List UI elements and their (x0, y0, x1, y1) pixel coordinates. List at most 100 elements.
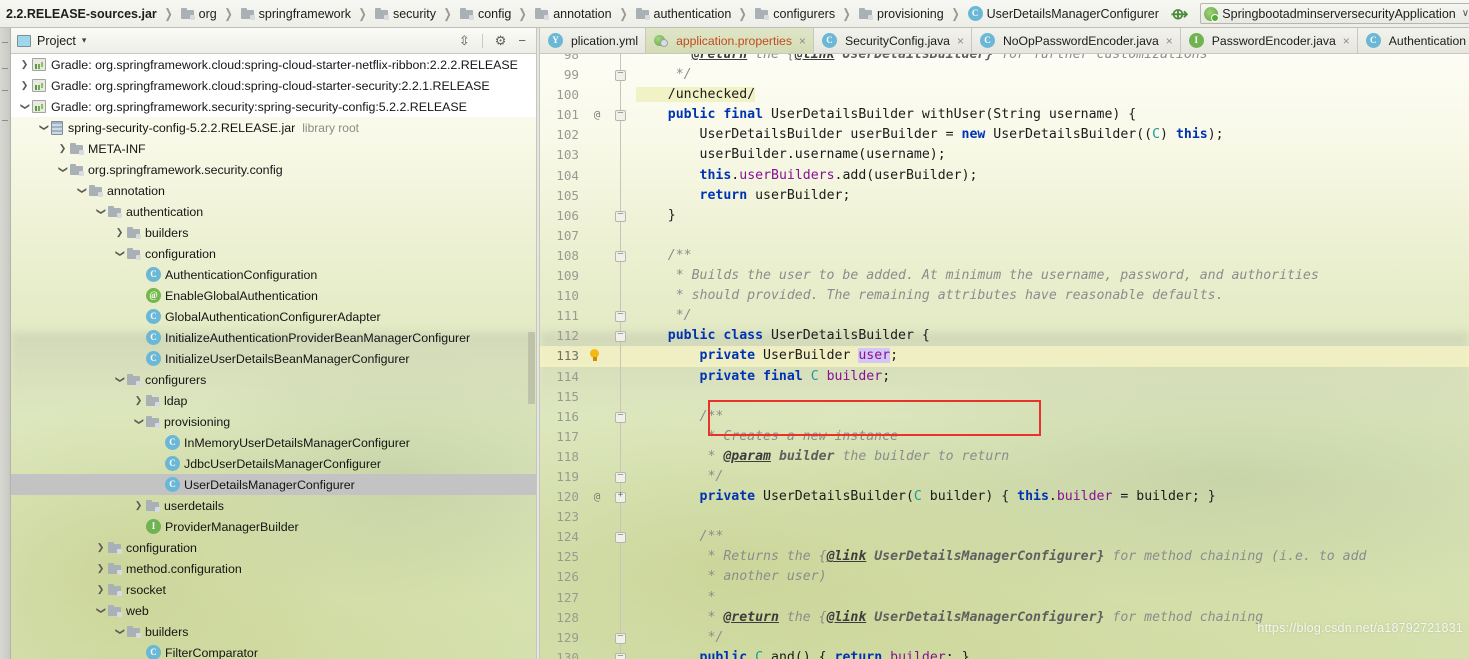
fold-gutter[interactable] (608, 306, 632, 327)
fold-gutter[interactable] (608, 185, 632, 206)
close-icon[interactable]: × (1343, 34, 1350, 48)
fold-gutter[interactable] (608, 607, 632, 628)
fold-gutter[interactable] (608, 286, 632, 307)
tree-expand-arrow-right[interactable] (131, 395, 146, 406)
build-hammer-icon[interactable]: ⟴ (1171, 5, 1188, 23)
tree-expand-arrow-right[interactable] (112, 227, 127, 238)
tree-expand-arrow-right[interactable] (17, 59, 32, 70)
tree-expand-arrow-down[interactable] (93, 605, 108, 616)
breadcrumb-item-org[interactable]: org (179, 1, 219, 27)
tree-row[interactable]: C GlobalAuthenticationConfigurerAdapter (11, 306, 536, 327)
gutter-marker[interactable] (586, 246, 608, 266)
tree-row[interactable]: annotation (11, 180, 536, 201)
fold-gutter[interactable] (608, 105, 632, 126)
tree-expand-arrow-right[interactable] (93, 542, 108, 553)
tree-row[interactable]: Gradle: org.springframework.cloud:spring… (11, 75, 536, 96)
tree-row[interactable]: C FilterComparator (11, 642, 536, 659)
tree-row[interactable]: C UserDetailsManagerConfigurer (11, 474, 536, 495)
breadcrumb-item-config[interactable]: config (458, 1, 513, 27)
tree-row[interactable]: Gradle: org.springframework.cloud:spring… (11, 54, 536, 75)
fold-collapse-icon[interactable] (615, 311, 626, 323)
fold-gutter[interactable] (608, 366, 632, 387)
project-tree[interactable]: Gradle: org.springframework.cloud:spring… (11, 54, 536, 659)
project-scrollbar-thumb[interactable] (528, 332, 535, 404)
gutter-marker[interactable] (586, 65, 608, 85)
breadcrumb-item-springframework[interactable]: springframework (239, 1, 353, 27)
gutter-marker[interactable] (586, 407, 608, 427)
tree-row[interactable]: C InitializeUserDetailsBeanManagerConfigu… (11, 348, 536, 369)
gear-icon[interactable]: ⚙ (495, 34, 507, 47)
gutter-marker[interactable] (586, 588, 608, 608)
breadcrumb-item-annotation[interactable]: annotation (533, 1, 613, 27)
tree-row[interactable]: configurers (11, 369, 536, 390)
chevron-down-icon[interactable]: ∨ (1462, 8, 1469, 19)
tree-row[interactable]: C InMemoryUserDetailsManagerConfigurer (11, 432, 536, 453)
editor-tab[interactable]: I PasswordEncoder.java × (1180, 28, 1358, 53)
gutter-marker[interactable] (586, 54, 608, 65)
gutter-marker[interactable] (586, 447, 608, 467)
tree-expand-arrow-down[interactable] (131, 416, 146, 427)
fold-gutter[interactable] (608, 125, 632, 146)
gutter-marker[interactable] (586, 85, 608, 105)
fold-collapse-icon[interactable] (615, 532, 626, 544)
fold-gutter[interactable] (608, 145, 632, 166)
editor-tab[interactable]: C Authentication (1357, 28, 1469, 53)
gutter-marker[interactable] (586, 608, 608, 628)
fold-gutter[interactable] (608, 647, 632, 659)
fold-gutter[interactable] (608, 245, 632, 267)
fold-collapse-icon[interactable] (615, 210, 626, 222)
close-icon[interactable]: × (1166, 34, 1173, 48)
editor-tab[interactable]: Yplication.yml (540, 28, 647, 53)
tree-expand-arrow-right[interactable] (17, 80, 32, 91)
tree-row[interactable]: web (11, 600, 536, 621)
tree-row[interactable]: org.springframework.security.config (11, 159, 536, 180)
fold-gutter[interactable] (608, 426, 632, 447)
fold-gutter[interactable] (608, 487, 632, 508)
fold-gutter[interactable] (608, 507, 632, 528)
intention-bulb-icon[interactable] (590, 349, 599, 362)
fold-gutter[interactable] (608, 567, 632, 588)
fold-collapse-icon[interactable] (615, 652, 626, 659)
gutter-marker[interactable] (586, 166, 608, 186)
tree-expand-arrow-down[interactable] (36, 122, 51, 133)
project-scrollbar[interactable] (527, 54, 536, 659)
tree-expand-arrow-down[interactable] (74, 185, 89, 196)
tree-row[interactable]: configuration (11, 537, 536, 558)
tree-row[interactable]: @ EnableGlobalAuthentication (11, 285, 536, 306)
gutter-marker[interactable] (586, 387, 608, 407)
fold-gutter[interactable] (608, 266, 632, 287)
gutter-marker[interactable] (586, 527, 608, 547)
tree-expand-arrow-down[interactable] (17, 101, 32, 112)
run-configuration-selector[interactable]: SpringbootadminserversecurityApplication… (1200, 3, 1469, 24)
fold-expand-icon[interactable] (615, 492, 626, 504)
fold-gutter[interactable] (608, 446, 632, 467)
collapse-all-icon[interactable]: ⇳ (459, 34, 470, 47)
breadcrumb-item-configurers[interactable]: configurers (753, 1, 837, 27)
fold-gutter[interactable] (608, 54, 632, 66)
tree-expand-arrow-down[interactable] (112, 248, 127, 259)
gutter-marker[interactable] (586, 206, 608, 226)
gutter-marker[interactable] (586, 346, 608, 366)
close-icon[interactable]: × (799, 34, 806, 48)
tree-expand-arrow-down[interactable] (55, 164, 70, 175)
gutter-marker[interactable] (586, 145, 608, 165)
code-editor[interactable]: 98 * @return the {@link UserDetailsBuild… (540, 54, 1469, 659)
fold-gutter[interactable] (608, 165, 632, 186)
fold-gutter[interactable] (608, 587, 632, 608)
tree-row[interactable]: configuration (11, 243, 536, 264)
tree-row[interactable]: C AuthenticationConfiguration (11, 264, 536, 285)
gutter-marker[interactable] (586, 326, 608, 346)
tree-row[interactable]: C JdbcUserDetailsManagerConfigurer (11, 453, 536, 474)
gutter-marker[interactable] (586, 628, 608, 648)
tree-row[interactable]: Gradle: org.springframework.security:spr… (11, 96, 536, 117)
editor-tab[interactable]: C NoOpPasswordEncoder.java × (971, 28, 1181, 53)
gutter-marker[interactable] (586, 186, 608, 206)
tree-row[interactable]: userdetails (11, 495, 536, 516)
tree-row[interactable]: provisioning (11, 411, 536, 432)
gutter-marker[interactable] (586, 547, 608, 567)
gutter-marker[interactable] (586, 266, 608, 286)
close-icon[interactable]: × (957, 34, 964, 48)
breadcrumb-root[interactable]: 2.2.RELEASE-sources.jar (4, 1, 159, 27)
fold-gutter[interactable] (608, 627, 632, 648)
gutter-marker[interactable]: @ (586, 105, 608, 125)
